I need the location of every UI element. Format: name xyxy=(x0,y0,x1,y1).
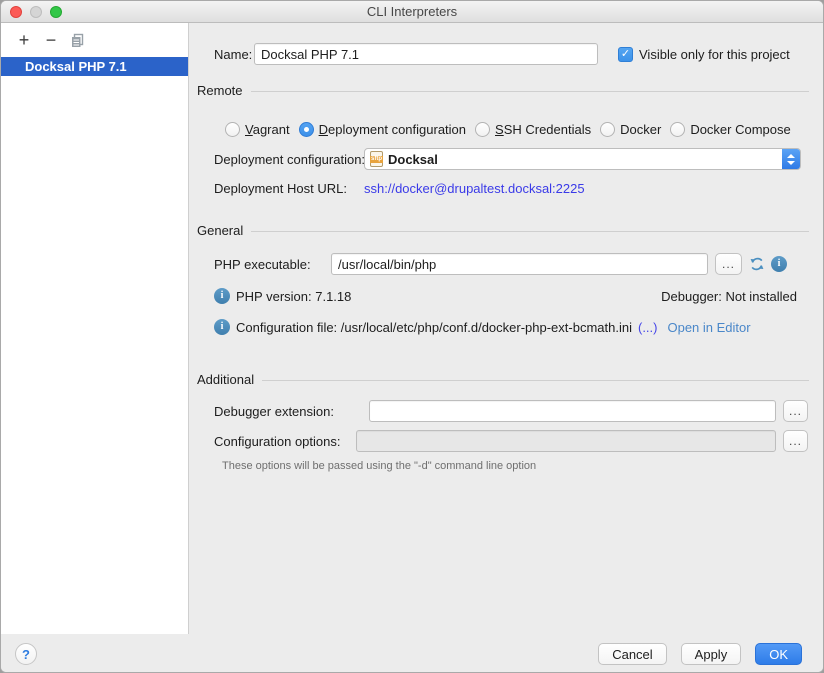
radio-docker-compose[interactable]: Docker Compose xyxy=(670,122,790,137)
php-version-text: PHP version: 7.1.18 xyxy=(236,289,351,304)
visible-project-checkbox[interactable]: ✓ xyxy=(618,47,633,62)
help-button[interactable]: ? xyxy=(15,643,37,665)
deployment-configuration-label: Deployment configuration: xyxy=(214,152,365,167)
dialog-footer: ? Cancel Apply OK xyxy=(1,634,823,673)
deployment-host-url-link[interactable]: ssh://docker@drupaltest.docksal:2225 xyxy=(364,181,585,196)
php-executable-label: PHP executable: xyxy=(214,257,311,272)
settings-panel: Name: ✓ Visible only for this project Re… xyxy=(189,23,823,634)
remote-section-header: Remote xyxy=(197,83,243,98)
radio-ssh-credentials[interactable]: SSH Credentials xyxy=(475,122,591,137)
section-divider xyxy=(262,380,809,381)
radio-deployment-configuration[interactable]: Deployment configuration xyxy=(299,122,466,137)
radio-circle xyxy=(475,122,490,137)
combo-stepper[interactable] xyxy=(782,149,800,169)
name-label: Name: xyxy=(214,47,252,62)
radio-circle-selected xyxy=(299,122,314,137)
config-file-ellipsis-link[interactable]: (...) xyxy=(638,320,658,335)
configuration-options-input[interactable] xyxy=(356,430,776,452)
config-file-text: Configuration file: /usr/local/etc/php/c… xyxy=(236,320,632,335)
remove-interpreter-button[interactable]: − xyxy=(43,33,59,47)
cli-interpreters-dialog: CLI Interpreters + − Docksal PHP 7.1 xyxy=(0,0,824,673)
sidebar-toolbar: + − xyxy=(1,23,188,57)
open-in-editor-link[interactable]: Open in Editor xyxy=(667,320,750,335)
php-version-info-icon: i xyxy=(214,288,230,304)
php-executable-browse-button[interactable]: ... xyxy=(715,253,742,275)
debugger-extension-input[interactable] xyxy=(369,400,776,422)
deployment-configuration-select[interactable]: sftp Docksal xyxy=(364,148,801,170)
additional-section-header: Additional xyxy=(197,372,254,387)
general-section-header: General xyxy=(197,223,243,238)
visible-project-label: Visible only for this project xyxy=(639,47,790,62)
ok-button[interactable]: OK xyxy=(755,643,802,665)
name-input[interactable] xyxy=(254,43,598,65)
radio-circle xyxy=(225,122,240,137)
zoom-button[interactable] xyxy=(50,6,62,18)
window-title: CLI Interpreters xyxy=(367,4,457,19)
configuration-options-browse-button[interactable]: ... xyxy=(783,430,808,452)
cancel-button[interactable]: Cancel xyxy=(598,643,666,665)
deployment-host-url-label: Deployment Host URL: xyxy=(214,181,347,196)
deployment-configuration-value: Docksal xyxy=(388,152,438,167)
traffic-lights xyxy=(10,6,62,18)
close-button[interactable] xyxy=(10,6,22,18)
debugger-extension-label: Debugger extension: xyxy=(214,404,334,419)
radio-circle xyxy=(670,122,685,137)
section-divider xyxy=(251,231,809,232)
title-bar: CLI Interpreters xyxy=(1,1,823,23)
config-file-info-icon: i xyxy=(214,319,230,335)
radio-circle xyxy=(600,122,615,137)
section-divider xyxy=(251,91,809,92)
add-interpreter-button[interactable]: + xyxy=(16,33,32,47)
reload-phpinfo-icon[interactable] xyxy=(749,256,765,272)
interpreters-sidebar: + − Docksal PHP 7.1 xyxy=(1,23,189,634)
php-executable-info-icon[interactable]: i xyxy=(771,256,787,272)
sftp-server-icon: sftp xyxy=(370,151,383,167)
php-executable-input[interactable] xyxy=(331,253,708,275)
apply-button[interactable]: Apply xyxy=(681,643,742,665)
radio-vagrant[interactable]: Vagrant xyxy=(225,122,290,137)
debugger-status-text: Debugger: Not installed xyxy=(661,289,797,304)
copy-interpreter-icon[interactable] xyxy=(70,33,86,48)
debugger-extension-browse-button[interactable]: ... xyxy=(783,400,808,422)
options-hint-text: These options will be passed using the "… xyxy=(222,460,536,472)
radio-docker[interactable]: Docker xyxy=(600,122,661,137)
minimize-button xyxy=(30,6,42,18)
interpreter-list-item[interactable]: Docksal PHP 7.1 xyxy=(1,57,188,76)
configuration-options-label: Configuration options: xyxy=(214,434,340,449)
